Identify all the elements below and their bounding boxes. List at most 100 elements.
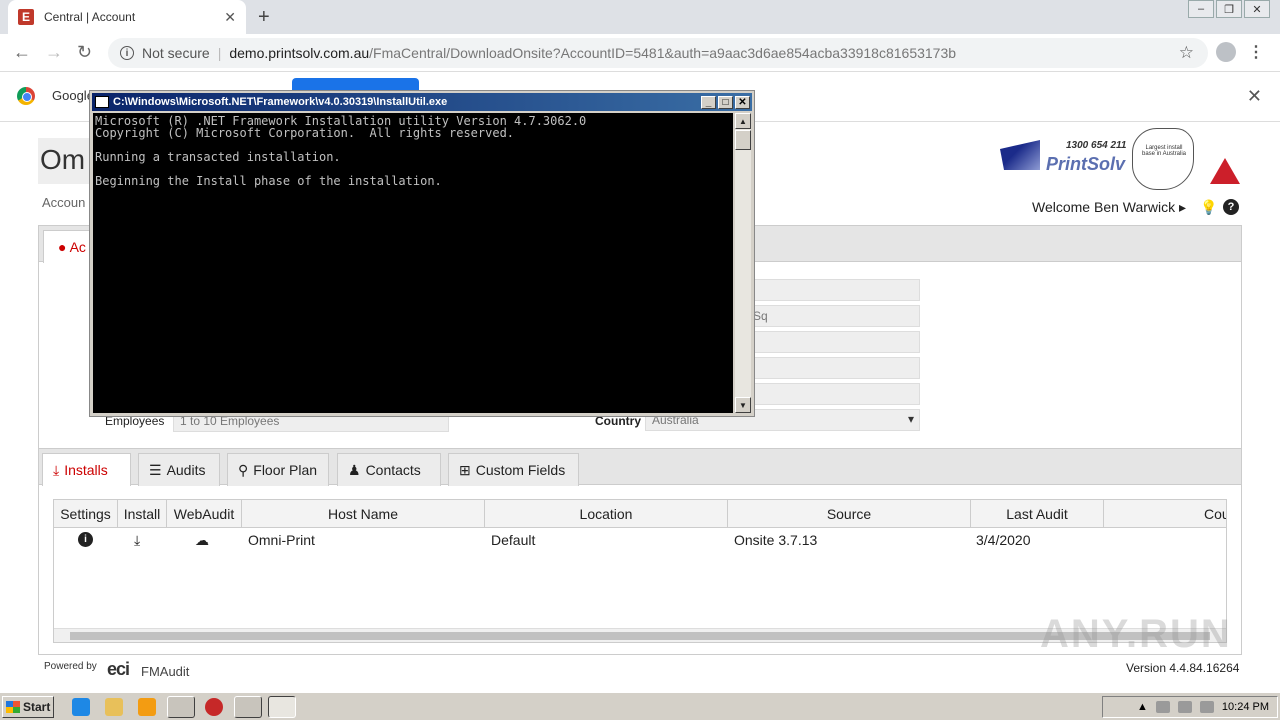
media-player-icon[interactable] xyxy=(138,698,156,716)
tab-custom-fields[interactable]: ⊞ Custom Fields xyxy=(448,453,579,486)
field-5[interactable] xyxy=(746,383,920,405)
cell-source: Onsite 3.7.13 xyxy=(734,532,818,548)
tab-contacts-label: Contacts xyxy=(365,462,421,478)
map-caption: Largest install base in Australia xyxy=(1141,145,1187,157)
cloud-download-icon[interactable]: ☁ xyxy=(195,532,209,549)
tab-close-icon[interactable]: ✕ xyxy=(224,9,236,26)
volume-icon[interactable] xyxy=(1177,701,1192,713)
map-marker-icon: ⚲ xyxy=(238,462,249,478)
tab-installs[interactable]: ⤓ Installs xyxy=(42,453,131,486)
anyrun-watermark: ANY.RUN xyxy=(1040,612,1232,656)
infobar-text: Google xyxy=(52,88,94,103)
tab-title: Central | Account xyxy=(44,10,136,24)
chrome-taskbar-button[interactable] xyxy=(167,696,195,718)
console-maximize-button[interactable]: □ xyxy=(718,95,733,109)
reload-button[interactable]: ↻ xyxy=(77,42,92,63)
address-bar[interactable]: i Not secure | demo.printsolv.com.au/Fma… xyxy=(108,38,1208,68)
console-line: Beginning the Install phase of the insta… xyxy=(95,174,442,188)
cell-last-audit: 3/4/2020 xyxy=(976,532,1031,548)
account-tab-label: Ac xyxy=(69,239,86,255)
console-window[interactable]: C:\Windows\Microsoft.NET\Framework\v4.0.… xyxy=(89,90,755,417)
col-settings[interactable]: Settings xyxy=(54,500,118,528)
console-taskbar-button[interactable] xyxy=(268,696,296,718)
console-title: C:\Windows\Microsoft.NET\Framework\v4.0.… xyxy=(113,96,448,108)
plus-square-icon: ⊞ xyxy=(459,462,471,478)
url-path: /FmaCentral/DownloadOnsite?AccountID=548… xyxy=(369,45,957,61)
console-icon xyxy=(95,96,109,108)
fmaudit-logo: FMAudit xyxy=(141,664,190,679)
console-minimize-button[interactable]: _ xyxy=(701,95,716,109)
col-host-name[interactable]: Host Name xyxy=(242,500,485,528)
console-scrollbar[interactable]: ▲ ▼ xyxy=(735,113,751,413)
lightbulb-icon[interactable]: 💡 xyxy=(1200,199,1217,216)
grid-header-row: Settings Install WebAudit Host Name Loca… xyxy=(54,500,1226,528)
installer-taskbar-button[interactable] xyxy=(234,696,262,718)
help-icon[interactable]: ? xyxy=(1223,199,1239,215)
logo-badge-icon xyxy=(1210,158,1240,184)
browser-toolbar: ← → ↻ i Not secure | demo.printsolv.com.… xyxy=(0,34,1280,72)
printsolv-logo: 1300 654 211 PrintSolv Largest install b… xyxy=(998,126,1244,190)
minimize-window-button[interactable]: – xyxy=(1188,0,1214,18)
console-close-button[interactable]: ✕ xyxy=(735,95,750,109)
col-install[interactable]: Install xyxy=(118,500,167,528)
download-install-icon[interactable]: ⤓ xyxy=(134,532,140,549)
tab-installs-label: Installs xyxy=(64,462,108,478)
field-4[interactable] xyxy=(746,357,920,379)
site-info-icon[interactable]: i xyxy=(120,46,134,60)
info-icon[interactable]: i xyxy=(78,532,93,547)
account-tab-icon: ● xyxy=(58,239,67,255)
restore-window-button[interactable]: ❐ xyxy=(1216,0,1242,18)
infobar-close-icon[interactable]: ✕ xyxy=(1247,86,1262,107)
browser-menu-icon[interactable]: ⋮ xyxy=(1248,42,1264,62)
ie-icon[interactable] xyxy=(72,698,90,716)
tab-audits[interactable]: ☰ Audits xyxy=(138,453,220,486)
cell-location: Default xyxy=(491,532,536,548)
chrome-logo-icon xyxy=(17,87,35,105)
tray-expand-icon[interactable]: ▲ xyxy=(1137,701,1148,713)
profile-avatar[interactable] xyxy=(1216,42,1236,62)
forward-button[interactable]: → xyxy=(45,42,63,63)
back-button[interactable]: ← xyxy=(13,42,31,63)
tab-audits-label: Audits xyxy=(166,462,206,478)
welcome-text: Welcome Ben Warwick xyxy=(1032,199,1176,215)
field-1[interactable] xyxy=(746,279,920,301)
welcome-menu[interactable]: Welcome Ben Warwick ▸ xyxy=(1032,199,1186,216)
console-titlebar[interactable]: C:\Windows\Microsoft.NET\Framework\v4.0.… xyxy=(92,93,752,111)
console-line: Running a transacted installation. xyxy=(95,150,341,164)
field-location[interactable]: Sq xyxy=(746,305,920,327)
cell-host-name: Omni-Print xyxy=(248,532,315,548)
breadcrumb[interactable]: Accoun xyxy=(42,195,85,210)
col-location[interactable]: Location xyxy=(485,500,728,528)
logo-phone: 1300 654 211 xyxy=(1066,140,1127,151)
col-webaudit[interactable]: WebAudit xyxy=(167,500,242,528)
tab-floor-plan[interactable]: ⚲ Floor Plan xyxy=(227,453,329,486)
bookmark-star-icon[interactable]: ☆ xyxy=(1179,43,1194,63)
start-button[interactable]: Start xyxy=(2,696,54,718)
logo-mark-icon xyxy=(1000,140,1040,170)
col-last-audit[interactable]: Last Audit xyxy=(971,500,1104,528)
console-scroll-thumb[interactable] xyxy=(735,130,751,150)
clock[interactable]: 10:24 PM xyxy=(1222,701,1269,713)
field-3[interactable] xyxy=(746,331,920,353)
close-window-button[interactable]: ✕ xyxy=(1244,0,1270,18)
opera-icon[interactable] xyxy=(205,698,223,716)
powered-by-label: Powered by xyxy=(44,661,97,672)
action-center-flag-icon[interactable] xyxy=(1199,701,1214,713)
col-count[interactable]: Cou xyxy=(1104,500,1226,528)
network-icon[interactable] xyxy=(1155,701,1170,713)
version-label: Version 4.4.84.16264 xyxy=(1126,661,1240,675)
new-tab-button[interactable]: + xyxy=(258,6,270,29)
scrollbar-thumb[interactable] xyxy=(70,632,1210,640)
console-output[interactable]: Microsoft (R) .NET Framework Installatio… xyxy=(93,113,733,413)
system-tray: ▲ 10:24 PM xyxy=(1102,696,1278,718)
site-favicon-icon: E xyxy=(18,9,34,25)
windows-taskbar: Start ▲ 10:24 PM xyxy=(0,692,1280,720)
console-line: Copyright (C) Microsoft Corporation. All… xyxy=(95,126,515,140)
browser-tab[interactable]: E Central | Account ✕ xyxy=(8,0,246,34)
explorer-icon[interactable] xyxy=(105,698,123,716)
scroll-up-icon[interactable]: ▲ xyxy=(735,113,751,129)
col-source[interactable]: Source xyxy=(728,500,971,528)
tab-contacts[interactable]: ♟ Contacts xyxy=(337,453,441,486)
scroll-down-icon[interactable]: ▼ xyxy=(735,397,751,413)
list-icon: ☰ xyxy=(149,462,162,478)
